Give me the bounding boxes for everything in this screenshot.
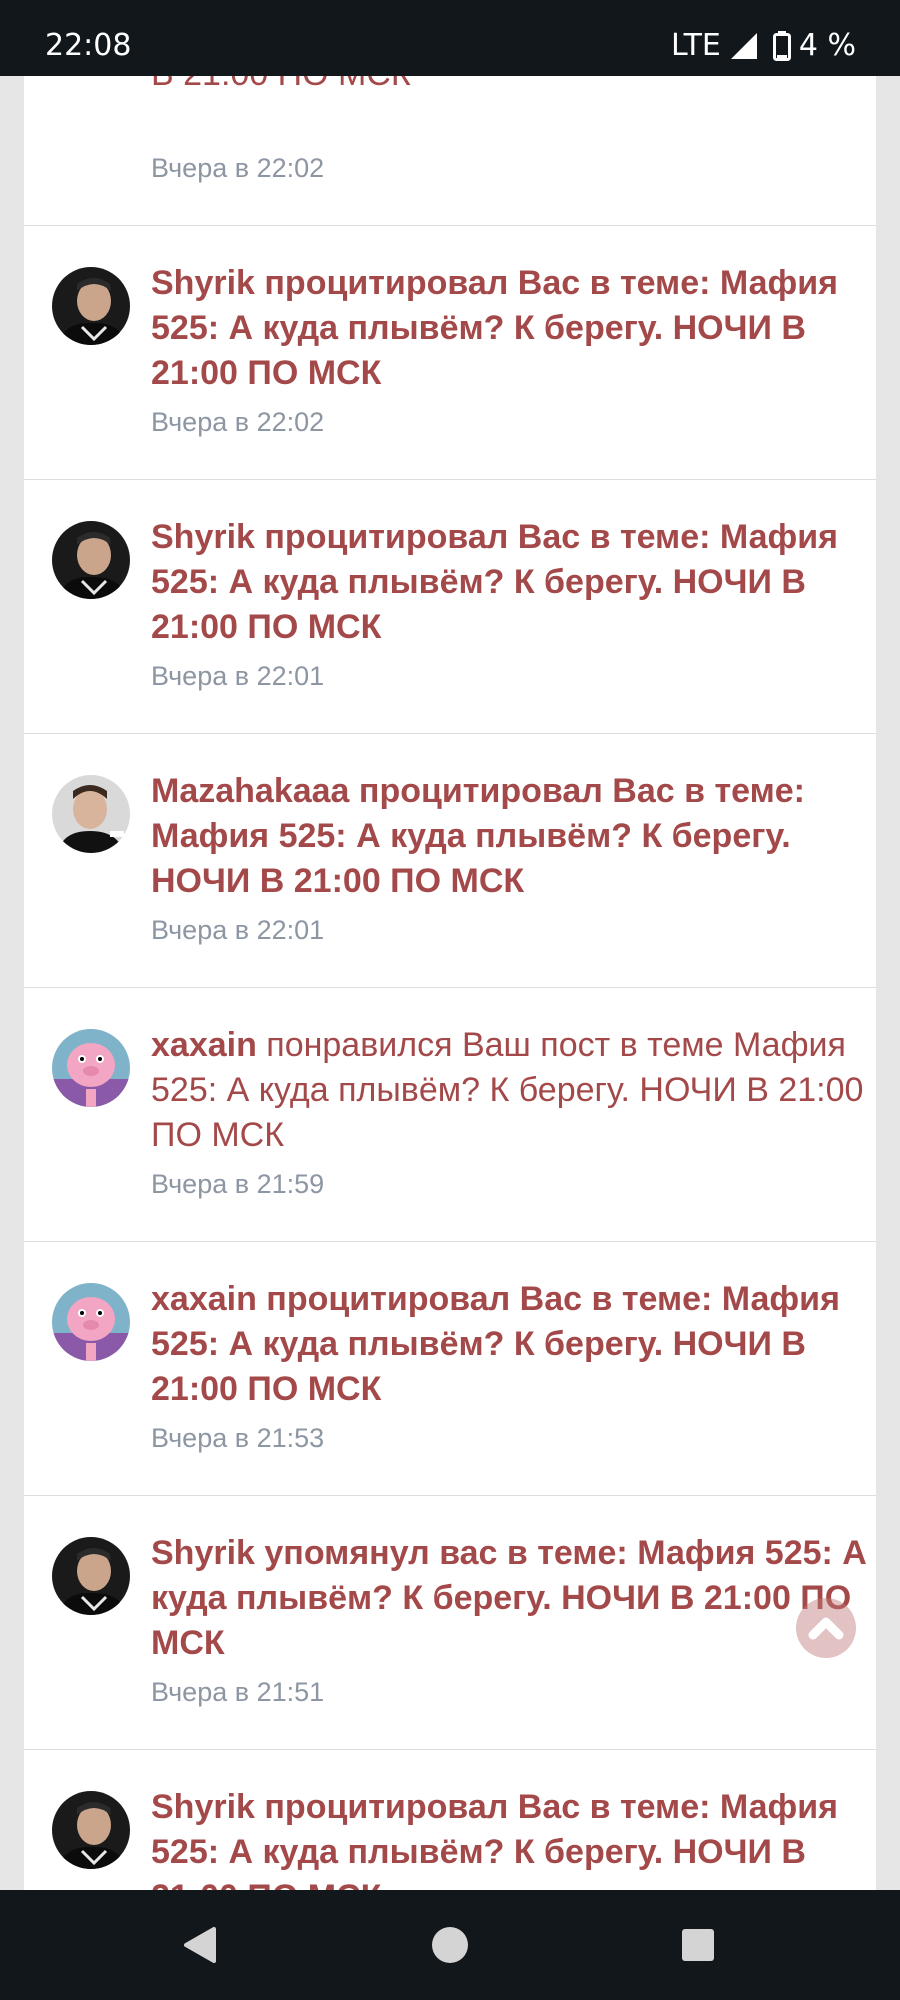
home-circle-icon bbox=[432, 1927, 468, 1963]
nav-recent-apps-button[interactable] bbox=[669, 1916, 727, 1974]
battery-level: 4 % bbox=[798, 28, 856, 63]
avatar[interactable] bbox=[52, 521, 130, 599]
notification-user[interactable]: Shyrik bbox=[151, 1534, 255, 1572]
notification-action[interactable]: упомянул вас в теме: Мафия 525: А куда п… bbox=[151, 1534, 867, 1662]
status-indicators: LTE 4 % bbox=[671, 28, 856, 63]
nav-home-button[interactable] bbox=[421, 1916, 479, 1974]
notification-text[interactable]: xaxain понравился Ваш пост в теме Мафия … bbox=[151, 1023, 871, 1158]
notification-user[interactable]: Shyrik bbox=[151, 518, 255, 556]
notification-time: Вчера в 22:02 bbox=[151, 153, 325, 183]
notification-item[interactable]: Mazahakaaa процитировал Вас в теме: Мафи… bbox=[24, 735, 876, 988]
notification-text[interactable]: Shyrik процитировал Вас в теме: Мафия 52… bbox=[151, 1785, 871, 1890]
notification-user[interactable]: xaxain bbox=[151, 1026, 257, 1064]
notification-time: Вчера в 22:02 bbox=[151, 407, 325, 437]
notification-action[interactable]: процитировал Вас в теме: Мафия 525: А ку… bbox=[151, 264, 838, 392]
notification-time: Вчера в 21:51 bbox=[151, 1677, 325, 1707]
battery-icon bbox=[772, 30, 791, 61]
notification-user[interactable]: Shyrik bbox=[151, 1788, 255, 1826]
recent-square-icon bbox=[682, 1929, 714, 1961]
notification-action[interactable]: процитировал Вас в теме: Мафия 525: А ку… bbox=[151, 1788, 838, 1890]
avatar[interactable] bbox=[52, 1029, 130, 1107]
notification-user[interactable]: xaxain bbox=[151, 1280, 257, 1318]
notification-text[interactable]: Shyrik процитировал Вас в теме: Мафия 52… bbox=[151, 515, 871, 650]
notification-item[interactable]: xaxain процитировал Вас в теме: Мафия 52… bbox=[24, 1243, 876, 1496]
notification-time: Вчера в 22:01 bbox=[151, 661, 325, 691]
scroll-to-top-button[interactable] bbox=[796, 1598, 856, 1658]
notification-time: Вчера в 21:53 bbox=[151, 1423, 325, 1453]
notification-text[interactable]: Mazahakaaa процитировал Вас в теме: Мафи… bbox=[151, 769, 871, 904]
notification-user[interactable]: Mazahakaaa bbox=[151, 772, 349, 810]
avatar[interactable] bbox=[52, 1537, 130, 1615]
notification-time: Вчера в 21:59 bbox=[151, 1169, 325, 1199]
notification-item[interactable]: Shyrik процитировал Вас в теме: Мафия 52… bbox=[24, 481, 876, 734]
notification-item[interactable]: Shyrik упомянул вас в теме: Мафия 525: А… bbox=[24, 1497, 876, 1750]
notification-action[interactable]: процитировал Вас в теме: Мафия 525: А ку… bbox=[151, 518, 838, 646]
notification-action[interactable]: понравился Ваш пост в теме Мафия 525: А … bbox=[151, 1026, 863, 1154]
notification-text[interactable]: xaxain процитировал Вас в теме: Мафия 52… bbox=[151, 1277, 871, 1412]
chevron-up-icon bbox=[808, 1617, 844, 1640]
notification-item[interactable]: Shyrik процитировал Вас в теме: Мафия 52… bbox=[24, 1751, 876, 1890]
notification-text[interactable]: Shyrik процитировал Вас в теме: Мафия 52… bbox=[151, 261, 871, 396]
avatar[interactable] bbox=[52, 1791, 130, 1869]
status-time: 22:08 bbox=[45, 28, 132, 63]
notification-user[interactable]: Shyrik bbox=[151, 264, 255, 302]
avatar[interactable] bbox=[52, 1283, 130, 1361]
notification-item[interactable]: xaxain понравился Ваш пост в теме Мафия … bbox=[24, 989, 876, 1242]
avatar[interactable] bbox=[52, 775, 130, 853]
notification-time: Вчера в 22:01 bbox=[151, 915, 325, 945]
network-type: LTE bbox=[670, 28, 721, 63]
navigation-bar bbox=[0, 1890, 900, 2000]
avatar[interactable] bbox=[52, 267, 130, 345]
signal-icon bbox=[729, 31, 759, 61]
nav-back-button[interactable] bbox=[172, 1916, 230, 1974]
notification-text[interactable]: Shyrik упомянул вас в теме: Мафия 525: А… bbox=[151, 1531, 871, 1666]
status-bar: 22:08 LTE 4 % bbox=[0, 0, 900, 76]
notification-feed: Мафия 525: А куда плывём? К берегу. НОЧИ… bbox=[24, 0, 876, 1890]
notification-item[interactable]: Shyrik процитировал Вас в теме: Мафия 52… bbox=[24, 227, 876, 480]
back-triangle-icon bbox=[184, 1927, 216, 1963]
